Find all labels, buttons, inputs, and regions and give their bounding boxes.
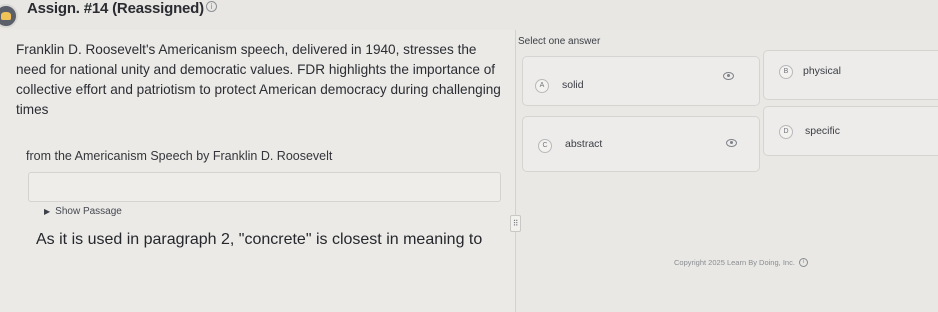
passage-source: from the Americanism Speech by Franklin … (26, 149, 333, 163)
answer-option-b[interactable]: B physical (763, 50, 938, 100)
passage-box (28, 172, 501, 202)
drag-handle-icon[interactable]: ⠿ (510, 215, 521, 232)
copyright-notice: Copyright 2025 Learn By Doing, Inc. i (674, 258, 808, 267)
answer-option-c[interactable]: C abstract (522, 116, 760, 172)
eye-icon[interactable] (726, 139, 737, 147)
question-stem: Franklin D. Roosevelt's Americanism spee… (16, 42, 501, 117)
option-text: specific (805, 125, 841, 137)
info-icon[interactable]: i (798, 258, 808, 267)
select-instruction: Select one answer (518, 36, 601, 47)
option-letter: D (779, 125, 793, 139)
answer-option-d[interactable]: D specific (763, 106, 938, 156)
answer-option-a[interactable]: A solid (522, 56, 760, 106)
top-bar: Assign. #14 (Reassigned) i (0, 0, 938, 30)
info-icon[interactable]: i (206, 1, 217, 12)
copyright-text: Copyright 2025 Learn By Doing, Inc. (674, 258, 795, 267)
caret-right-icon: ▶ (44, 207, 51, 216)
option-letter: B (779, 65, 793, 79)
option-letter: A (535, 79, 549, 93)
show-passage-toggle[interactable]: ▶ Show Passage (44, 206, 122, 217)
option-text: abstract (565, 138, 603, 150)
option-letter: C (538, 139, 552, 153)
show-passage-label: Show Passage (55, 206, 122, 217)
question-text: As it is used in paragraph 2, "concrete"… (36, 231, 483, 248)
option-text: solid (562, 79, 584, 91)
option-text: physical (803, 65, 841, 77)
eye-icon[interactable] (723, 72, 734, 80)
assignment-title: Assign. #14 (Reassigned) (27, 0, 204, 17)
avatar[interactable] (0, 4, 18, 28)
